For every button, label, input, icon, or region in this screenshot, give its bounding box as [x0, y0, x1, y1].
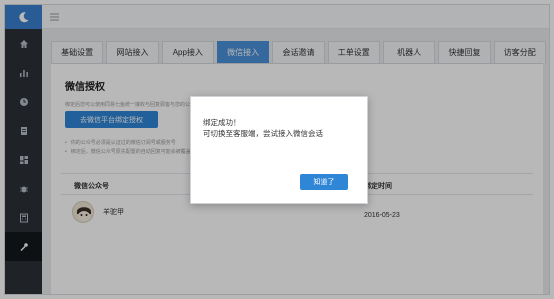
dialog-message: 可切换至客服端，尝试接入微信会话 [203, 129, 323, 138]
dialog-ok-button[interactable]: 知道了 [300, 174, 348, 190]
dialog-title: 绑定成功！ [203, 118, 241, 127]
success-dialog: 绑定成功！ 可切换至客服端，尝试接入微信会话 知道了 [190, 96, 368, 204]
